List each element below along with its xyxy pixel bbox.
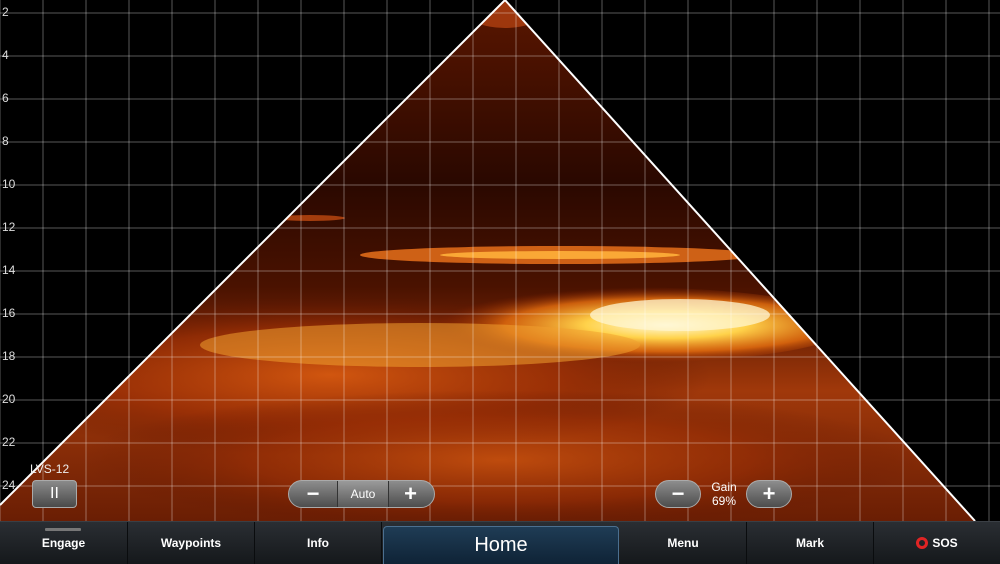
depth-label: 6 (2, 91, 9, 105)
range-auto-button[interactable]: Auto (337, 481, 389, 507)
gain-plus-button[interactable]: + (746, 480, 792, 508)
range-control: − Auto + (288, 480, 435, 508)
gain-value: 69% (711, 494, 737, 508)
nav-menu-button[interactable]: Menu (620, 522, 747, 564)
bottom-nav-bar: Engage Waypoints Info Home Menu Mark SOS (0, 521, 1000, 564)
depth-label: 16 (2, 306, 16, 320)
range-plus-button[interactable]: + (387, 481, 434, 507)
pause-button[interactable]: II (32, 480, 77, 508)
range-minus-button[interactable]: − (289, 481, 337, 507)
depth-label: 4 (2, 48, 9, 62)
depth-label: 22 (2, 435, 16, 449)
engage-indicator (45, 528, 81, 531)
depth-label: 14 (2, 263, 16, 277)
depth-label: 8 (2, 134, 9, 148)
sonar-display[interactable] (0, 0, 1000, 521)
nav-waypoints-button[interactable]: Waypoints (128, 522, 255, 564)
gain-minus-label: − (671, 481, 685, 506)
nav-mark-button[interactable]: Mark (747, 522, 874, 564)
depth-label: 12 (2, 220, 16, 234)
nav-info-button[interactable]: Info (255, 522, 382, 564)
nav-engage-button[interactable]: Engage (0, 522, 128, 564)
gain-minus-button[interactable]: − (655, 480, 701, 508)
depth-label: 2 (2, 5, 9, 19)
depth-label: 10 (2, 177, 16, 191)
gain-readout: Gain 69% (702, 480, 746, 508)
gain-label: Gain (711, 480, 737, 494)
nav-sos-label: SOS (932, 536, 958, 550)
sos-lifebuoy-icon (916, 537, 929, 549)
depth-label: 24 (2, 478, 16, 492)
nav-engage-label: Engage (41, 536, 86, 550)
gain-plus-label: + (762, 481, 776, 506)
sonar-source-label: LVS-12 (30, 462, 70, 476)
nav-home-button[interactable]: Home (383, 526, 619, 564)
depth-label: 20 (2, 392, 16, 406)
nav-sos-button[interactable]: SOS (874, 522, 1000, 564)
depth-label: 18 (2, 349, 16, 363)
